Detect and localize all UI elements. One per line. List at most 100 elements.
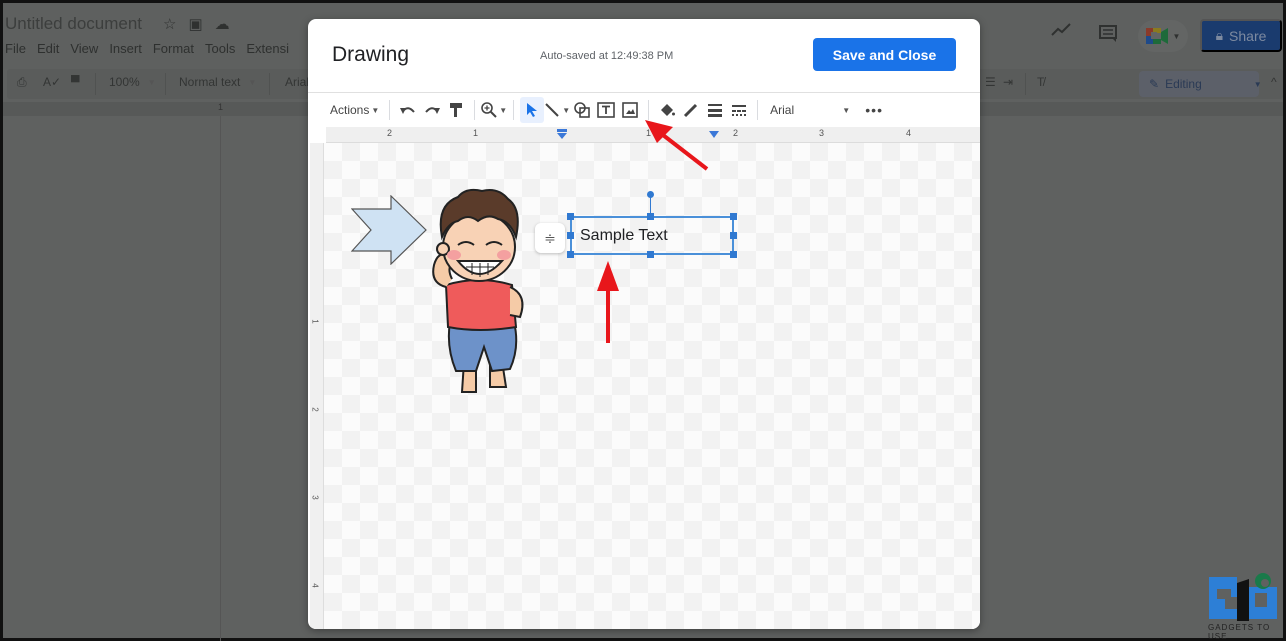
- text-box[interactable]: Sample Text: [570, 216, 734, 255]
- menu-view[interactable]: View: [70, 41, 98, 56]
- left-indent-marker[interactable]: [556, 129, 568, 141]
- resize-handle[interactable]: [730, 251, 737, 258]
- menu-extensions[interactable]: Extensi: [246, 41, 289, 56]
- text-box-content[interactable]: Sample Text: [580, 227, 668, 245]
- style-value: Normal text: [179, 75, 241, 89]
- menu-file[interactable]: File: [5, 41, 26, 56]
- toolbar-divider: [648, 100, 650, 120]
- toolbar-divider: [1025, 73, 1026, 95]
- resize-handle[interactable]: [567, 213, 574, 220]
- clear-formatting-icon[interactable]: T̸: [1037, 75, 1044, 89]
- chevron-down-icon: ▼: [248, 77, 257, 87]
- text-box-tool[interactable]: [594, 97, 618, 123]
- ruler-label: 2: [310, 407, 320, 412]
- editing-label: Editing: [1165, 77, 1202, 91]
- resize-handle[interactable]: [567, 232, 574, 239]
- style-select[interactable]: Normal text ▼: [179, 75, 256, 89]
- image-tool[interactable]: [618, 97, 642, 123]
- toolbar-divider: [513, 100, 515, 120]
- print-icon[interactable]: ⎙: [17, 75, 27, 90]
- editing-mode-select[interactable]: ✎ Editing ▼: [1139, 71, 1262, 97]
- cartoon-character-image[interactable]: [424, 187, 534, 397]
- cloud-status-icon[interactable]: ☁: [215, 15, 230, 33]
- chevron-down-icon: ▼: [147, 77, 156, 87]
- meet-icon: [1145, 28, 1168, 44]
- share-label: Share: [1229, 27, 1267, 44]
- ruler-label: 4: [906, 128, 912, 138]
- border-color-icon[interactable]: [679, 97, 703, 123]
- resize-handle[interactable]: [730, 232, 737, 239]
- dialog-title: Drawing: [332, 43, 410, 66]
- undo-icon[interactable]: [396, 97, 420, 123]
- pencil-icon: ✎: [1149, 77, 1160, 91]
- ruler-label: 2: [733, 128, 739, 138]
- drawing-canvas[interactable]: ≑ Sample Text: [324, 143, 980, 629]
- resize-handle[interactable]: [647, 251, 654, 258]
- border-weight-icon[interactable]: [703, 97, 727, 123]
- star-icon[interactable]: ☆: [163, 15, 176, 33]
- lock-icon: 🔒︎: [1215, 27, 1224, 43]
- arrow-shape[interactable]: [351, 195, 427, 265]
- font-select[interactable]: Arial: [285, 75, 309, 89]
- meet-button[interactable]: ▼: [1138, 20, 1188, 52]
- paint-format-icon[interactable]: ▀: [71, 75, 80, 89]
- menu-insert[interactable]: Insert: [109, 41, 142, 56]
- toolbar-divider: [474, 100, 476, 120]
- font-family-value: Arial: [770, 103, 795, 117]
- document-page: [220, 116, 310, 641]
- vertical-ruler: 1 2 3 4: [310, 143, 324, 629]
- ruler-label: 1: [310, 319, 320, 324]
- actions-menu[interactable]: Actions ▼: [326, 97, 383, 123]
- chevron-down-icon: ▼: [1253, 79, 1262, 89]
- menu-edit[interactable]: Edit: [37, 41, 59, 56]
- comments-icon[interactable]: [1099, 25, 1117, 43]
- save-and-close-button[interactable]: Save and Close: [813, 38, 956, 71]
- chevron-down-icon: ▼: [371, 105, 380, 115]
- fill-color-icon[interactable]: [655, 97, 679, 123]
- document-title[interactable]: Untitled document: [5, 14, 142, 34]
- line-icon: [545, 103, 559, 117]
- chevron-down-icon: ▼: [1172, 31, 1181, 41]
- more-options-icon[interactable]: •••: [862, 97, 886, 123]
- vertical-align-icon: ≑: [544, 229, 556, 246]
- paint-format-icon[interactable]: [444, 97, 468, 123]
- chevron-down-icon: ▼: [842, 105, 851, 115]
- vertical-align-button[interactable]: ≑: [535, 223, 565, 253]
- list-icon[interactable]: ☰: [985, 75, 996, 89]
- toolbar-divider: [95, 73, 96, 95]
- zoom-icon: [481, 102, 497, 118]
- resize-handle[interactable]: [647, 213, 654, 220]
- collapse-icon[interactable]: ^: [1271, 75, 1277, 89]
- move-folder-icon[interactable]: ▣: [188, 15, 202, 33]
- menu-tools[interactable]: Tools: [205, 41, 235, 56]
- share-button[interactable]: 🔒︎ Share: [1200, 19, 1282, 52]
- ruler-label: 3: [819, 128, 825, 138]
- right-indent-marker[interactable]: [709, 131, 719, 139]
- border-dash-icon[interactable]: [727, 97, 751, 123]
- ruler-label: 2: [387, 128, 393, 138]
- select-tool[interactable]: [520, 97, 545, 123]
- line-tool[interactable]: ▼: [544, 97, 570, 123]
- font-value: Arial: [285, 75, 310, 89]
- zoom-menu[interactable]: ▼: [481, 97, 507, 123]
- chevron-down-icon: ▼: [562, 105, 571, 115]
- shape-tool[interactable]: [570, 97, 594, 123]
- toolbar-divider: [269, 73, 270, 95]
- redo-icon[interactable]: [420, 97, 444, 123]
- activity-icon[interactable]: [1051, 23, 1071, 37]
- font-family-select[interactable]: Arial ▼: [764, 97, 856, 123]
- ruler-label: 1: [473, 128, 479, 138]
- shape-icon: [574, 102, 590, 118]
- resize-handle[interactable]: [730, 213, 737, 220]
- indent-icon[interactable]: ⇥: [1003, 75, 1013, 89]
- text-box-icon: [597, 102, 615, 118]
- menu-format[interactable]: Format: [153, 41, 194, 56]
- autosave-status: Auto-saved at 12:49:38 PM: [540, 50, 674, 62]
- zoom-value: 100%: [109, 75, 140, 89]
- ruler-label: 4: [310, 583, 320, 588]
- spellcheck-icon[interactable]: A✓: [43, 75, 61, 89]
- zoom-select[interactable]: 100% ▼: [109, 75, 156, 89]
- toolbar-divider: [389, 100, 391, 120]
- ruler-label: 1: [646, 128, 652, 138]
- resize-handle[interactable]: [567, 251, 574, 258]
